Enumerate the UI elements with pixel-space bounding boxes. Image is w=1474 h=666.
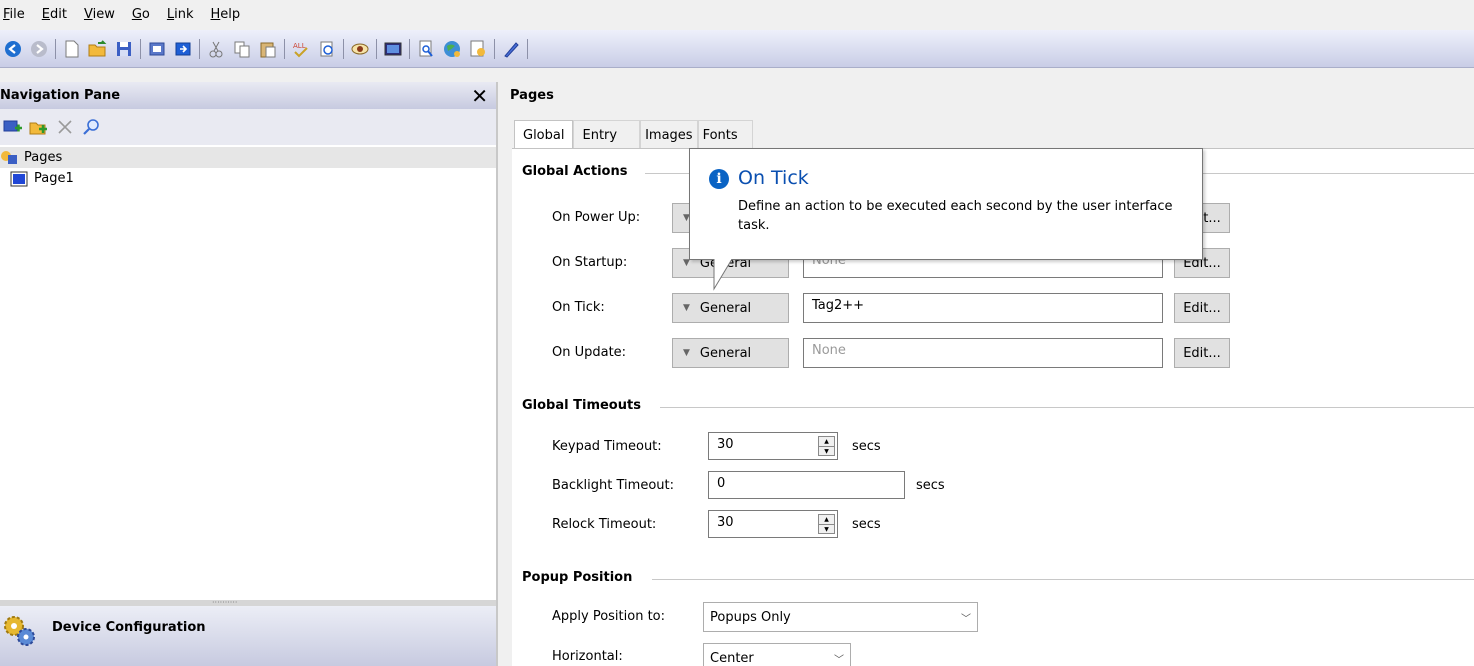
- tab-strip: Global Entry Images Fonts: [514, 120, 753, 150]
- spell-check-icon[interactable]: ALL: [291, 39, 311, 59]
- on-update-action-field[interactable]: None: [803, 338, 1163, 368]
- on-update-type-dropdown[interactable]: ▼ General: [672, 338, 789, 368]
- device-configuration-item[interactable]: Device Configuration: [0, 606, 496, 666]
- forward-icon[interactable]: [29, 39, 49, 59]
- popup-position-section: Popup Position: [522, 570, 1474, 585]
- section-title: Global Timeouts: [522, 398, 641, 413]
- on-tick-edit-button[interactable]: Edit...: [1174, 293, 1230, 323]
- on-tick-label: On Tick:: [552, 300, 605, 315]
- info-icon: i: [709, 169, 729, 189]
- pages-title: Pages: [502, 82, 1474, 109]
- apply-position-label: Apply Position to:: [552, 609, 666, 624]
- toolbar-separator: [527, 38, 528, 59]
- menu-edit[interactable]: Edit: [41, 5, 68, 24]
- chevron-down-icon: ﹀: [834, 654, 844, 666]
- tab-entry[interactable]: Entry: [573, 120, 641, 149]
- toolbar-separator: [343, 38, 344, 59]
- toolbar-separator: [140, 38, 141, 59]
- toolbar-separator: [199, 38, 200, 59]
- on-tick-tooltip: i On Tick Define an action to be execute…: [689, 148, 1203, 291]
- close-icon[interactable]: ✕: [471, 84, 488, 108]
- menu-link[interactable]: Link: [166, 5, 195, 24]
- undo-icon[interactable]: [147, 39, 167, 59]
- redo-icon[interactable]: [173, 39, 193, 59]
- globe-icon[interactable]: [442, 39, 462, 59]
- add-folder-icon[interactable]: [29, 117, 49, 137]
- on-update-edit-button[interactable]: Edit...: [1174, 338, 1230, 368]
- keypad-timeout-label: Keypad Timeout:: [552, 439, 662, 454]
- tooltip-title: On Tick: [738, 167, 809, 189]
- toolbar-separator: [376, 38, 377, 59]
- spinner-arrows-icon[interactable]: ▲ ▼: [818, 514, 835, 534]
- section-title: Popup Position: [522, 570, 633, 585]
- display-icon[interactable]: [383, 39, 403, 59]
- page-tree: Pages Page1: [0, 145, 496, 189]
- save-icon[interactable]: [114, 39, 134, 59]
- on-power-up-label: On Power Up:: [552, 210, 641, 225]
- tab-fonts[interactable]: Fonts: [697, 120, 753, 149]
- spinner-arrows-icon[interactable]: ▲ ▼: [818, 436, 835, 456]
- menu-help[interactable]: Help: [210, 5, 242, 24]
- horizontal-select[interactable]: Center ﹀: [703, 643, 851, 666]
- search-doc-icon[interactable]: [416, 39, 436, 59]
- tooltip-tail: [713, 259, 733, 291]
- on-update-label: On Update:: [552, 345, 627, 360]
- navigation-pane-header: Navigation Pane ✕: [0, 82, 496, 109]
- navigation-pane-title: Navigation Pane: [0, 88, 121, 103]
- tab-global[interactable]: Global: [514, 120, 574, 150]
- backlight-timeout-field[interactable]: 0: [708, 471, 905, 499]
- relock-timeout-label: Relock Timeout:: [552, 517, 657, 532]
- delete-icon[interactable]: [55, 117, 75, 137]
- keypad-timeout-unit: secs: [852, 439, 881, 454]
- toolbar-separator: [284, 38, 285, 59]
- navigation-pane: Navigation Pane ✕ Pages Page1: [0, 82, 498, 666]
- tree-item-label: Page1: [34, 171, 74, 186]
- new-file-icon[interactable]: [62, 39, 82, 59]
- find-replace-icon[interactable]: [317, 39, 337, 59]
- svg-text:ALL: ALL: [293, 42, 306, 50]
- toolbar-separator: [494, 38, 495, 59]
- backlight-timeout-unit: secs: [916, 478, 945, 493]
- toolbar: ALL: [0, 30, 1474, 68]
- tree-item-label: Pages: [24, 150, 63, 165]
- relock-timeout-unit: secs: [852, 517, 881, 532]
- gear-icon: [4, 616, 35, 646]
- global-timeouts-section: Global Timeouts: [522, 398, 1474, 413]
- keypad-timeout-spinner[interactable]: 30 ▲ ▼: [708, 432, 838, 460]
- chevron-down-icon: ﹀: [961, 613, 971, 625]
- doc-check-icon[interactable]: [468, 39, 488, 59]
- section-title: Global Actions: [522, 164, 628, 179]
- tree-item-pages[interactable]: Pages: [0, 147, 496, 168]
- on-startup-label: On Startup:: [552, 255, 628, 270]
- navigation-toolbar: [0, 109, 496, 145]
- tree-item-page1[interactable]: Page1: [0, 168, 496, 189]
- on-tick-type-dropdown[interactable]: ▼ General: [672, 293, 789, 323]
- cut-icon[interactable]: [206, 39, 226, 59]
- backlight-timeout-label: Backlight Timeout:: [552, 478, 674, 493]
- menu-go[interactable]: Go: [131, 5, 151, 24]
- paste-icon[interactable]: [258, 39, 278, 59]
- toolbar-separator: [55, 38, 56, 59]
- tab-images[interactable]: Images: [640, 120, 698, 149]
- page-icon: [10, 171, 28, 186]
- device-configuration-label: Device Configuration: [52, 620, 206, 635]
- back-icon[interactable]: [3, 39, 23, 59]
- toolbar-separator: [409, 38, 410, 59]
- eye-icon[interactable]: [350, 39, 370, 59]
- add-page-icon[interactable]: [3, 117, 23, 137]
- relock-timeout-spinner[interactable]: 30 ▲ ▼: [708, 510, 838, 538]
- tooltip-text: Define an action to be executed each sec…: [738, 199, 1173, 233]
- horizontal-label: Horizontal:: [552, 649, 623, 664]
- pen-icon[interactable]: [501, 39, 521, 59]
- menu-bar: File Edit View Go Link Help: [0, 0, 1474, 28]
- open-folder-icon[interactable]: [88, 39, 108, 59]
- apply-position-select[interactable]: Popups Only ﹀: [703, 602, 978, 632]
- search-icon[interactable]: [81, 117, 101, 137]
- menu-file[interactable]: File: [2, 5, 26, 24]
- menu-view[interactable]: View: [83, 5, 116, 24]
- copy-icon[interactable]: [232, 39, 252, 59]
- on-tick-action-field[interactable]: Tag2++: [803, 293, 1163, 323]
- pages-folder-icon: [1, 150, 17, 164]
